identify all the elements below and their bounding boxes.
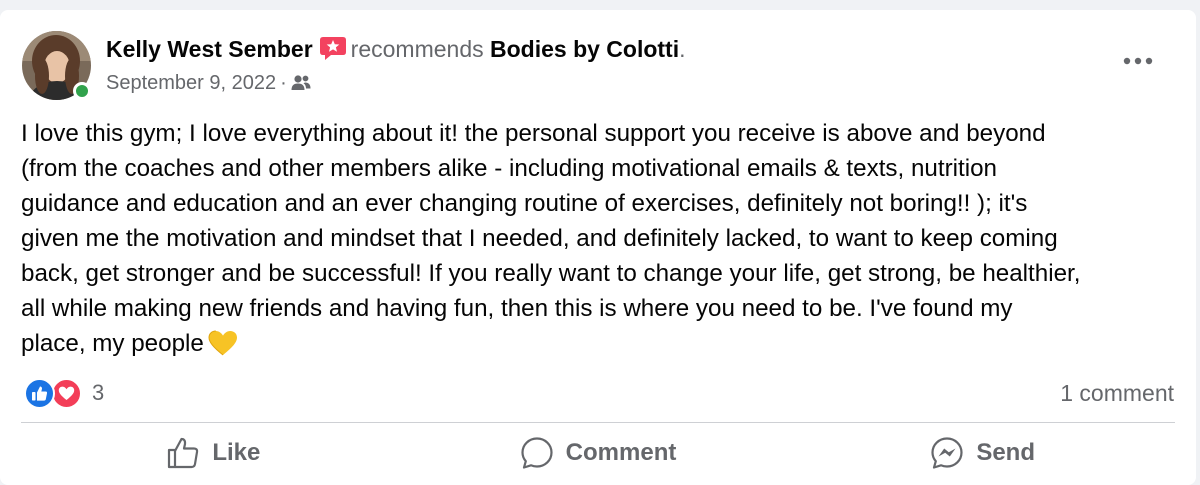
reaction-count: 3 xyxy=(92,380,105,405)
recommend-icon xyxy=(319,35,347,61)
comment-bubble-icon xyxy=(521,437,553,469)
reaction-summary[interactable]: 3 xyxy=(24,376,104,410)
send-button-label: Send xyxy=(976,439,1036,466)
more-horizontal-icon xyxy=(1123,57,1153,65)
post-meta: September 9, 2022 · xyxy=(106,70,311,96)
page-name[interactable]: Bodies by Colotti xyxy=(490,36,679,62)
thumbs-up-icon xyxy=(168,437,199,469)
post-body-text: I love this gym; I love everything about… xyxy=(21,120,1081,357)
online-status-dot xyxy=(73,82,91,100)
messenger-send-icon xyxy=(931,437,963,469)
post-action-bar: Like Comment Send xyxy=(21,428,1175,478)
comment-button-label: Comment xyxy=(565,439,677,466)
yellow-heart-icon xyxy=(208,330,238,356)
meta-separator: · xyxy=(280,72,287,94)
more-options-button[interactable] xyxy=(1120,48,1156,74)
recommends-label: recommends xyxy=(350,36,484,62)
like-icon xyxy=(24,377,55,409)
comment-button[interactable]: Comment xyxy=(406,428,791,478)
author-avatar[interactable] xyxy=(22,31,91,100)
like-button[interactable]: Like xyxy=(21,428,406,478)
send-button[interactable]: Send xyxy=(790,428,1175,478)
header-period: . xyxy=(679,36,686,62)
comment-count-link[interactable]: 1 comment xyxy=(1060,380,1174,407)
review-post-card: Kelly West Sember recommends Bodies by C… xyxy=(0,10,1196,485)
actions-divider xyxy=(21,422,1175,423)
post-header: Kelly West Sember recommends Bodies by C… xyxy=(106,34,686,64)
author-name[interactable]: Kelly West Sember xyxy=(106,36,313,62)
love-icon xyxy=(51,377,82,409)
friends-icon[interactable] xyxy=(291,73,311,91)
post-body: I love this gym; I love everything about… xyxy=(21,116,1186,361)
like-button-label: Like xyxy=(212,439,261,466)
post-date[interactable]: September 9, 2022 xyxy=(106,72,276,94)
